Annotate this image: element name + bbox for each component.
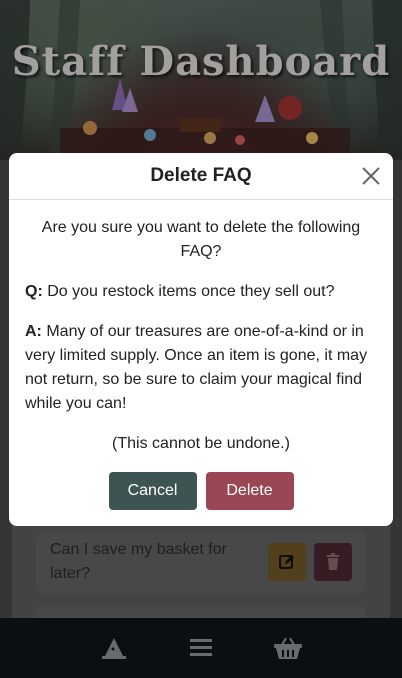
- confirm-delete-button[interactable]: Delete: [205, 472, 294, 510]
- faq-answer-text: Many of our treasures are one-of-a-kind …: [25, 323, 368, 412]
- close-button[interactable]: [359, 164, 383, 188]
- faq-question-block: Q: Do you restock items once they sell o…: [25, 280, 377, 304]
- undo-warning: (This cannot be undone.): [112, 435, 290, 452]
- faq-answer-block: A: Many of our treasures are one-of-a-ki…: [25, 320, 377, 416]
- modal-actions: Cancel Delete: [25, 472, 377, 510]
- answer-label: A:: [25, 323, 42, 340]
- faq-question-text: Do you restock items once they sell out?: [47, 283, 335, 300]
- modal-header: Delete FAQ: [9, 153, 393, 200]
- delete-faq-modal: Delete FAQ Are you sure you want to dele…: [9, 153, 393, 526]
- close-icon: [362, 167, 380, 185]
- confirm-prompt: Are you sure you want to delete the foll…: [41, 219, 361, 260]
- modal-title: Delete FAQ: [150, 165, 252, 186]
- question-label: Q:: [25, 283, 43, 300]
- cancel-button[interactable]: Cancel: [108, 472, 197, 510]
- modal-body: Are you sure you want to delete the foll…: [9, 200, 393, 510]
